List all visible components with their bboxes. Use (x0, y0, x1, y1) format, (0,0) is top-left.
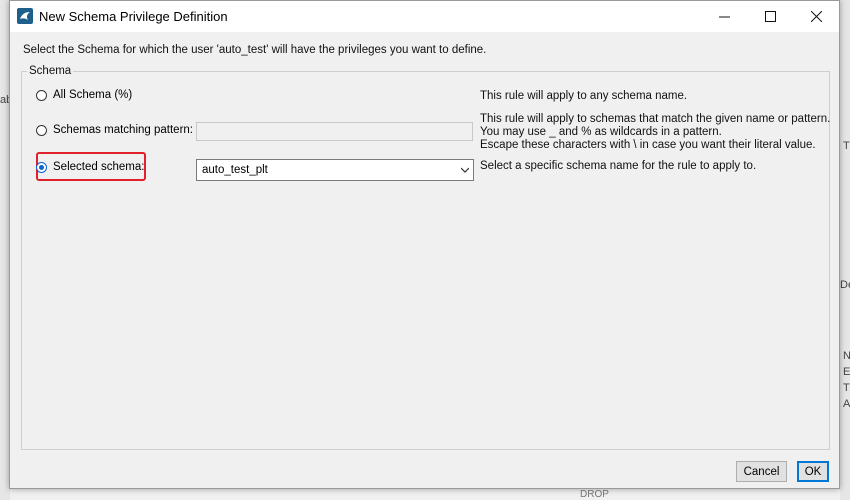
background-text-fragment: T (843, 140, 850, 152)
schemas-matching-pattern-option[interactable]: Schemas matching pattern: (36, 124, 193, 136)
selected-schema-radio[interactable] (36, 161, 47, 173)
pattern-description: This rule will apply to schemas that mat… (480, 113, 830, 152)
minimize-button[interactable] (701, 1, 747, 32)
all-schema-option[interactable]: All Schema (%) (36, 89, 132, 101)
schemas-matching-pattern-label: Schemas matching pattern: (53, 124, 193, 136)
maximize-button[interactable] (747, 1, 793, 32)
window-title: New Schema Privilege Definition (39, 9, 228, 24)
description-line: You may use _ and % as wildcards in a pa… (480, 126, 722, 138)
background-text-fragment: A (843, 398, 850, 410)
close-icon (810, 11, 822, 22)
close-button[interactable] (793, 1, 839, 32)
all-schema-label: All Schema (%) (53, 89, 133, 101)
background-text-fragment: DROP (580, 489, 609, 500)
background-text-fragment: E (843, 366, 850, 378)
schema-privilege-dialog: New Schema Privilege Definition Select t… (9, 0, 840, 489)
maximize-icon (764, 11, 776, 22)
schema-select[interactable]: auto_test_plt (196, 159, 474, 181)
description-line: Select a specific schema name for the ru… (480, 160, 757, 172)
title-bar[interactable]: New Schema Privilege Definition (10, 1, 839, 32)
minimize-icon (718, 16, 730, 18)
background-text-fragment: TE (843, 382, 850, 394)
selected-schema-description: Select a specific schema name for the ru… (480, 160, 756, 173)
description-line: This rule will apply to any schema name. (480, 90, 688, 102)
cancel-button[interactable]: Cancel (736, 461, 787, 482)
selected-schema-label: Selected schema: (53, 161, 145, 173)
mysql-workbench-icon (17, 8, 33, 24)
schema-group-label: Schema (27, 65, 74, 77)
background-text-fragment: N (843, 350, 850, 362)
description-line: This rule will apply to schemas that mat… (480, 113, 831, 125)
schema-select-value: auto_test_plt (202, 164, 268, 176)
background-app-right (840, 0, 850, 500)
all-schema-description: This rule will apply to any schema name. (480, 90, 687, 103)
schemas-matching-pattern-radio[interactable] (36, 124, 47, 136)
instruction-text: Select the Schema for which the user 'au… (23, 44, 487, 56)
chevron-down-icon (461, 167, 469, 173)
background-text-fragment: De (840, 279, 850, 291)
ok-button[interactable]: OK (797, 461, 829, 482)
selected-schema-option[interactable]: Selected schema: (36, 161, 144, 173)
all-schema-radio[interactable] (36, 89, 47, 101)
description-line: Escape these characters with \ in case y… (480, 139, 816, 151)
pattern-input[interactable] (196, 122, 473, 141)
